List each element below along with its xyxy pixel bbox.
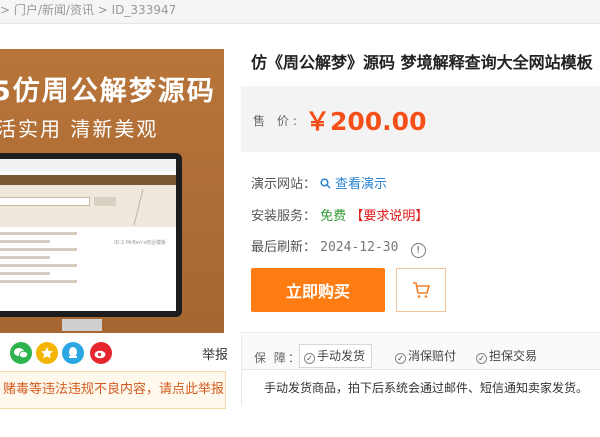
guarantee-panel: 保 障： ✓ 手动发货 ✓ 消保赔付 ✓ 担保交易 手动发货商品，拍下后系统会通过邮件… bbox=[241, 332, 600, 407]
share-row: 举报 bbox=[0, 340, 228, 366]
demo-label: 演示网站： bbox=[251, 177, 317, 192]
service-value: 免费 bbox=[320, 209, 347, 224]
image-headline: 5仿周公解梦源码 bbox=[0, 76, 216, 107]
guarantee-label: 保 障： bbox=[254, 351, 302, 365]
product-title: 仿《周公解梦》源码 梦境解释查询大全网站模板 《 bbox=[251, 53, 600, 72]
screen-topbar bbox=[0, 159, 176, 171]
report-link[interactable]: 举报 bbox=[202, 344, 228, 363]
service-row: 安装服务： 免费 【要求说明】 bbox=[251, 205, 428, 224]
wechat-icon[interactable] bbox=[10, 342, 32, 364]
image-subline: 活实用 清新美观 bbox=[0, 117, 159, 141]
guarantee-tag-compensation[interactable]: ✓ 消保赔付 bbox=[390, 344, 463, 368]
star-icon[interactable] bbox=[36, 342, 58, 364]
breadcrumb: > 门户/新闻/资讯 > ID_333947 bbox=[0, 0, 600, 24]
exclamation-icon[interactable]: ! bbox=[410, 243, 426, 258]
price-label: 售 价: bbox=[253, 114, 301, 128]
add-to-cart-button[interactable] bbox=[396, 268, 446, 312]
screen-banner-text: ID:1 MrBen's商业模板 bbox=[114, 240, 166, 246]
plant-decoration bbox=[133, 189, 176, 225]
screen-banner bbox=[0, 185, 176, 227]
qq-icon[interactable] bbox=[62, 342, 84, 364]
product-page: > 门户/新闻/资讯 > ID_333947 5仿周公解梦源码 活实用 清新美观… bbox=[0, 0, 600, 437]
refresh-label: 最后刷新： bbox=[251, 240, 317, 255]
refresh-row: 最后刷新： 2024-12-30 ! bbox=[251, 236, 426, 258]
search-icon[interactable] bbox=[320, 177, 335, 191]
refresh-date: 2024-12-30 bbox=[320, 240, 399, 255]
guarantee-tag-manual-delivery[interactable]: ✓ 手动发货 bbox=[299, 344, 373, 368]
price-panel: 售 价: ￥200.00 bbox=[241, 86, 600, 152]
price-value: ￥200.00 bbox=[305, 107, 427, 136]
screen-search bbox=[0, 197, 90, 206]
guarantee-description: 手动发货商品，拍下后系统会通过邮件、短信通知卖家发货。 bbox=[242, 369, 600, 407]
buy-now-button[interactable]: 立即购买 bbox=[251, 268, 385, 312]
screen-nav bbox=[0, 175, 176, 185]
report-warning[interactable]: 赌毒等违法违规不良内容，请点此举报！ bbox=[0, 371, 226, 409]
guarantee-tag-escrow[interactable]: ✓ 担保交易 bbox=[471, 344, 544, 368]
screen-content bbox=[0, 227, 176, 293]
breadcrumb-text[interactable]: > 门户/新闻/资讯 > ID_333947 bbox=[0, 3, 176, 17]
product-image[interactable]: 5仿周公解梦源码 活实用 清新美观 ID:1 MrBen's商业模板 bbox=[0, 49, 224, 333]
weibo-icon[interactable] bbox=[90, 342, 112, 364]
check-icon: ✓ bbox=[476, 353, 487, 364]
check-icon: ✓ bbox=[304, 353, 315, 364]
service-label: 安装服务： bbox=[251, 209, 317, 224]
monitor-screen: ID:1 MrBen's商业模板 bbox=[0, 159, 176, 311]
demo-link[interactable]: 查看演示 bbox=[335, 177, 387, 192]
cart-icon bbox=[413, 282, 431, 298]
check-icon: ✓ bbox=[395, 353, 406, 364]
demo-row: 演示网站： 查看演示 bbox=[251, 173, 387, 192]
service-note-link[interactable]: 【要求说明】 bbox=[350, 209, 428, 224]
monitor-mockup: ID:1 MrBen's商业模板 bbox=[0, 153, 182, 317]
monitor-stand bbox=[62, 319, 102, 331]
screen-search-button bbox=[94, 197, 116, 206]
